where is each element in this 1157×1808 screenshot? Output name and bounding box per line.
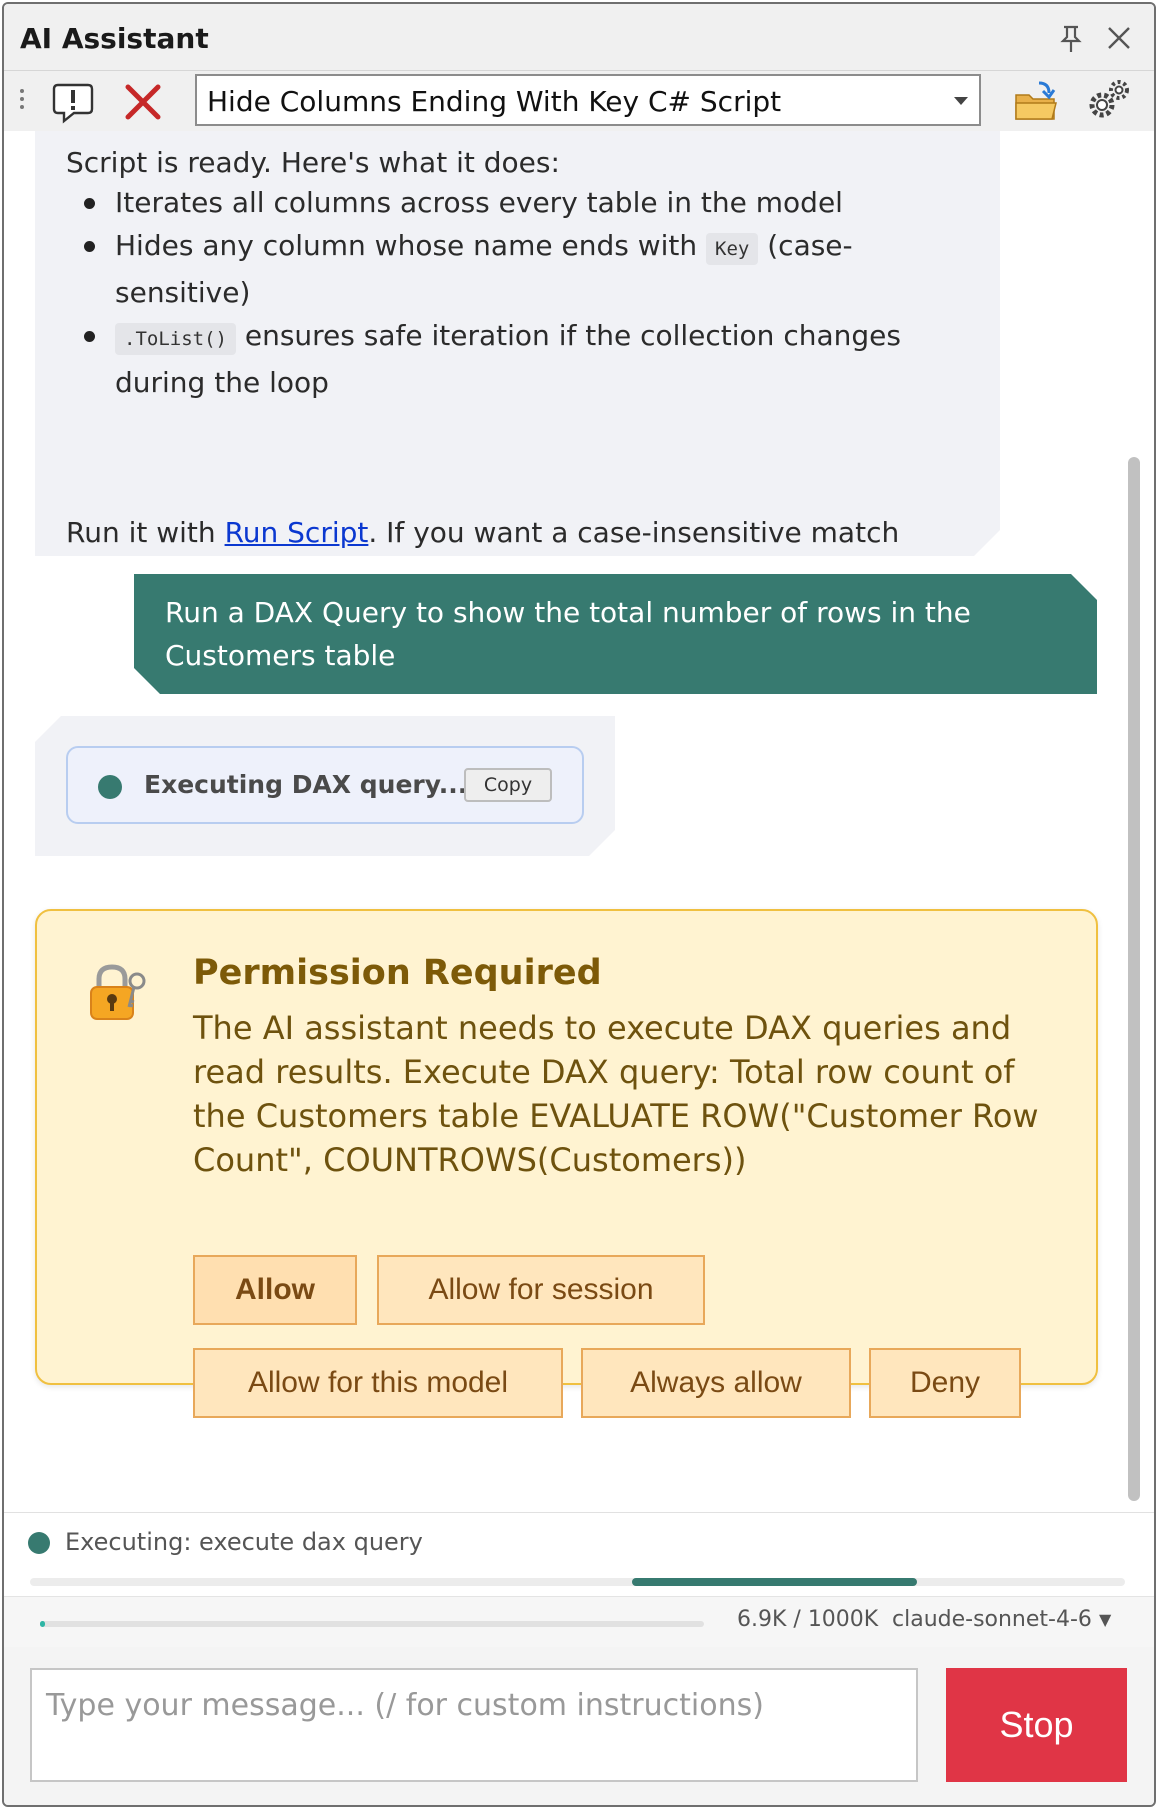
input-area: Type your message... (/ for custom instr…	[4, 1647, 1154, 1805]
user-message: Run a DAX Query to show the total number…	[134, 574, 1097, 694]
scrollbar-thumb[interactable]	[1128, 457, 1140, 1501]
list-item: .ToList() ensures safe iteration if the …	[115, 314, 945, 404]
settings-gear-icon[interactable]	[1084, 77, 1132, 123]
permission-text: The AI assistant needs to execute DAX qu…	[193, 1009, 1039, 1179]
allow-for-session-button[interactable]: Allow for session	[377, 1255, 705, 1325]
status-text: Executing: execute dax query	[65, 1528, 423, 1556]
title-bar: AI Assistant	[4, 4, 1154, 71]
list-item-text: Iterates all columns across every table …	[115, 186, 843, 219]
chat-history[interactable]: Script is ready. Here's what it does: It…	[4, 131, 1154, 1512]
token-usage-bar: 6.9K / 1000K claude-sonnet-4-6 ▼	[4, 1596, 1154, 1648]
message-intro: Script is ready. Here's what it does:	[66, 146, 560, 179]
tool-call-label: Executing DAX query...	[144, 770, 468, 799]
copy-button[interactable]: Copy	[464, 768, 552, 802]
deny-button[interactable]: Deny	[869, 1348, 1021, 1418]
user-message-text: Run a DAX Query to show the total number…	[165, 596, 971, 672]
inline-code: .ToList()	[115, 323, 236, 355]
cancel-icon[interactable]	[120, 79, 166, 125]
list-item: Hides any column whose name ends with Ke…	[115, 224, 945, 314]
run-script-link[interactable]: Run Script	[225, 516, 369, 549]
list-item-text: Hides any column whose name ends with	[115, 229, 707, 262]
token-usage-fill	[40, 1621, 45, 1627]
text: Run it with	[66, 516, 225, 549]
status-dot-icon	[28, 1532, 50, 1554]
close-icon[interactable]	[1105, 24, 1133, 52]
token-usage-meter	[40, 1621, 704, 1627]
tool-call-card: Executing DAX query... Copy	[66, 746, 584, 824]
chevron-down-icon[interactable]: ▼	[1099, 1610, 1111, 1629]
chevron-down-icon	[954, 97, 968, 105]
allow-button[interactable]: Allow	[193, 1255, 357, 1325]
token-count: 6.9K / 1000K	[737, 1607, 879, 1632]
ai-assistant-panel: AI Assistant Hide Columns Ending With Ke…	[2, 2, 1156, 1807]
model-selector[interactable]: claude-sonnet-4-6	[892, 1607, 1092, 1632]
always-allow-button[interactable]: Always allow	[581, 1348, 851, 1418]
toolbar-grip-icon[interactable]	[18, 85, 26, 119]
assistant-tool-message: Executing DAX query... Copy	[35, 716, 615, 856]
activity-progress-bar	[30, 1578, 1125, 1586]
toolbar: Hide Columns Ending With Key C# Script	[4, 71, 1154, 131]
script-dropdown[interactable]: Hide Columns Ending With Key C# Script	[195, 74, 981, 126]
open-folder-icon[interactable]	[1013, 79, 1059, 123]
message-input[interactable]: Type your message... (/ for custom instr…	[30, 1668, 918, 1782]
window-title: AI Assistant	[20, 22, 209, 55]
chat-scrollbar[interactable]	[1124, 131, 1142, 1512]
allow-for-this-model-button[interactable]: Allow for this model	[193, 1348, 563, 1418]
permission-title: Permission Required	[193, 953, 602, 993]
status-bar: Executing: execute dax query	[4, 1512, 1154, 1597]
permission-card: Permission Required The AI assistant nee…	[35, 909, 1098, 1418]
stop-button[interactable]: Stop	[946, 1668, 1127, 1782]
assistant-message: Script is ready. Here's what it does: It…	[35, 131, 1000, 556]
list-item: Iterates all columns across every table …	[115, 181, 945, 224]
feedback-icon[interactable]	[50, 79, 96, 125]
activity-progress-fill	[632, 1578, 917, 1586]
lock-key-icon	[90, 964, 146, 1020]
pin-icon[interactable]	[1058, 24, 1084, 54]
bullet-list: Iterates all columns across every table …	[115, 181, 945, 404]
script-dropdown-value: Hide Columns Ending With Key C# Script	[207, 85, 782, 118]
status-dot-icon	[98, 775, 122, 799]
inline-code: Key	[706, 233, 758, 265]
